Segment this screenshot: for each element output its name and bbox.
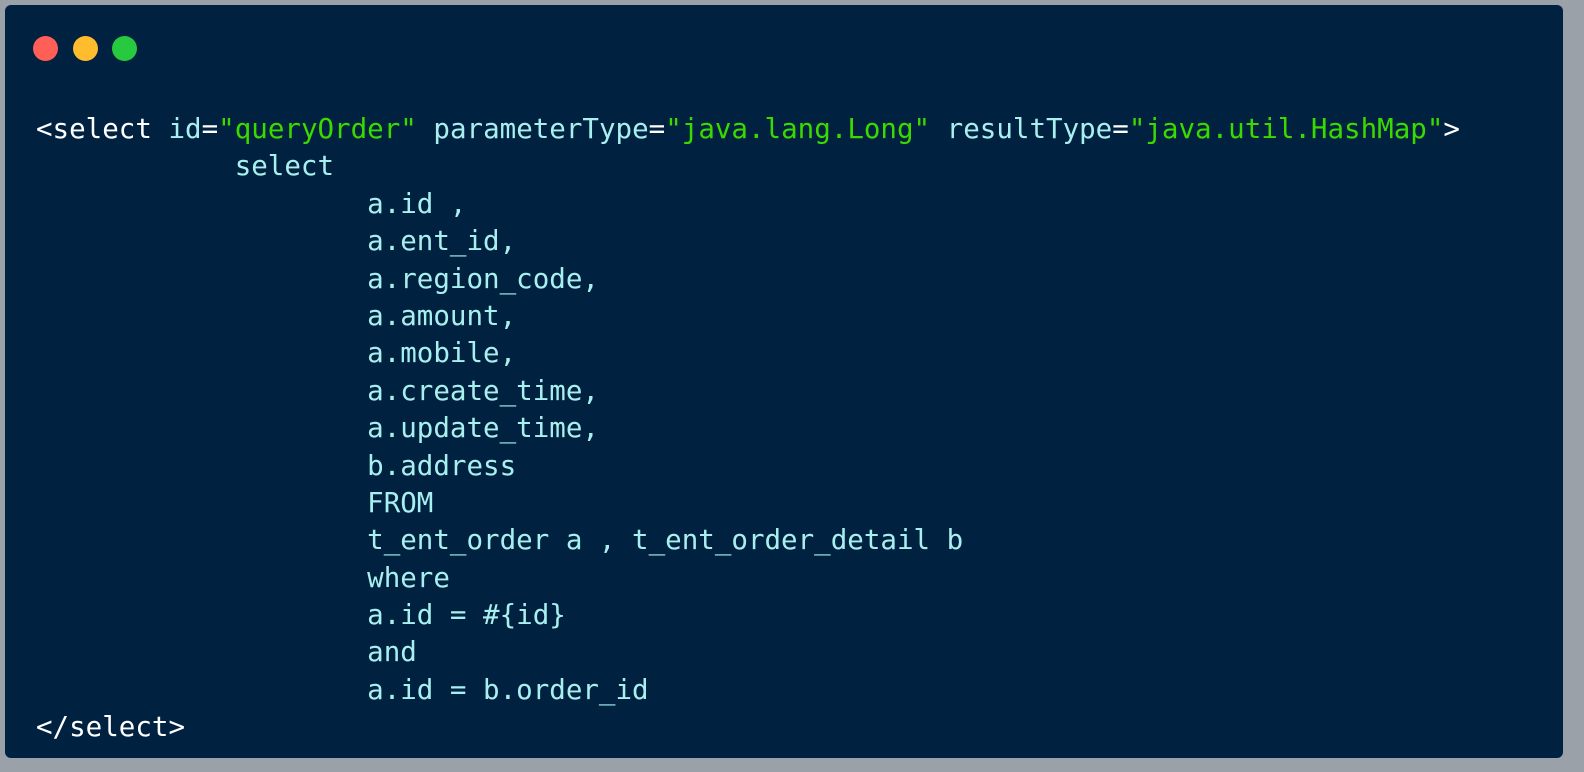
minimize-window-button[interactable] [73,36,98,61]
code-line-text: a.id = b.order_id [367,673,649,706]
attr-value-id: "queryOrder" [218,113,417,145]
attr-value-parameter-type: "java.lang.Long" [665,113,931,145]
sql-body: select a.id , a.ent_id, a.region_code, a… [36,148,1460,709]
code-block: <select id="queryOrder" parameterType="j… [36,111,1460,747]
code-line-text: t_ent_order a , t_ent_order_detail b [367,524,964,557]
attr-name-parameter-type: parameterType [433,113,649,145]
code-line: a.create_time, [36,373,1460,410]
code-line: a.id = #{id} [36,597,1460,634]
code-line: t_ent_order a , t_ent_order_detail b [36,522,1460,559]
close-tag: </select> [36,711,186,744]
code-line: a.id = b.order_id [36,672,1460,709]
attr-value-result-type: "java.util.HashMap" [1128,113,1444,145]
code-line: a.update_time, [36,410,1460,447]
maximize-window-button[interactable] [112,36,137,61]
code-line: FROM [36,485,1460,522]
code-line-text: a.update_time, [367,412,599,445]
code-line-text: a.region_code, [367,262,599,295]
code-line: a.id , [36,186,1460,223]
code-line-text: a.id = #{id} [367,599,566,632]
code-line: b.address [36,448,1460,485]
code-line-text: a.id , [367,187,467,220]
code-line-text: a.amount, [367,299,517,332]
open-tag-start: <select [36,113,152,145]
code-line-text: a.ent_id, [367,225,517,258]
code-line: a.region_code, [36,261,1460,298]
code-line-text: select [234,150,335,183]
code-line: a.mobile, [36,335,1460,372]
code-line: select [36,148,1460,185]
code-line-text: FROM [367,486,434,519]
open-tag-end: > [1443,113,1460,145]
code-line-text: a.mobile, [367,337,517,370]
attr-name-id: id [168,113,202,145]
code-line-text: b.address [367,449,517,482]
window-titlebar [5,5,1563,85]
close-window-button[interactable] [33,36,58,61]
code-window: <select id="queryOrder" parameterType="j… [5,5,1563,758]
attr-name-result-type: resultType [946,113,1113,145]
code-line-text: a.create_time, [367,374,599,407]
code-line: and [36,634,1460,671]
code-line: where [36,560,1460,597]
code-line: a.amount, [36,298,1460,335]
code-line-text: where [367,561,450,594]
code-line-open-tag: <select id="queryOrder" parameterType="j… [36,113,1460,145]
code-line: a.ent_id, [36,223,1460,260]
code-line-text: and [367,636,417,669]
